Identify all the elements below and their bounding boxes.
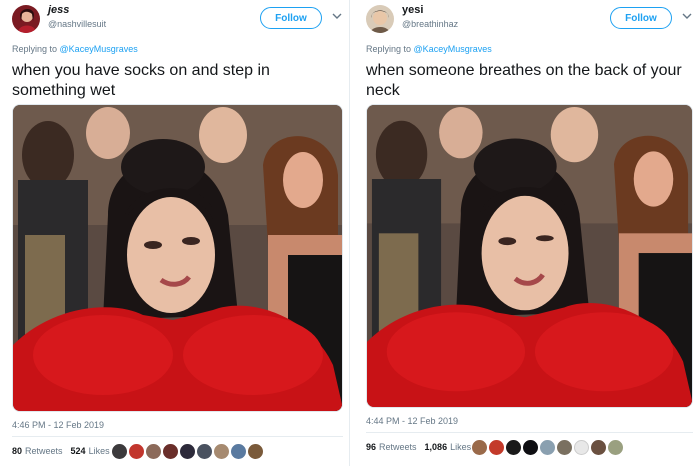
liker-avatar[interactable] — [197, 444, 212, 459]
reply-prefix: Replying to — [366, 44, 412, 54]
tweet-text: when you have socks on and step in somet… — [12, 62, 270, 99]
user-handle[interactable]: @nashvillesuit — [48, 19, 106, 29]
tweet-stats: 96 Retweets 1,086 Likes — [366, 442, 471, 452]
liker-avatar[interactable] — [163, 444, 178, 459]
like-count[interactable]: 1,086 Likes — [425, 442, 472, 452]
display-name[interactable]: jess — [48, 4, 69, 16]
tweet-timestamp[interactable]: 4:46 PM - 12 Feb 2019 — [12, 420, 104, 430]
tweet-media-image[interactable] — [366, 104, 693, 408]
follow-button[interactable]: Follow — [260, 7, 322, 29]
reply-context: Replying to @KaceyMusgraves — [366, 44, 492, 54]
tweet-card-jess: jess @nashvillesuit Follow Replying to @… — [0, 0, 349, 466]
chevron-down-icon[interactable] — [680, 9, 694, 23]
chevron-down-icon[interactable] — [330, 9, 344, 23]
liker-avatar[interactable] — [523, 440, 538, 455]
liker-avatar[interactable] — [591, 440, 606, 455]
avatar[interactable] — [12, 5, 40, 33]
liker-avatar[interactable] — [231, 444, 246, 459]
liker-avatar[interactable] — [180, 444, 195, 459]
liker-avatar[interactable] — [146, 444, 161, 459]
liker-avatar[interactable] — [540, 440, 555, 455]
tweet-stats: 80 Retweets 524 Likes — [12, 446, 110, 456]
reply-context: Replying to @KaceyMusgraves — [12, 44, 138, 54]
liker-avatar[interactable] — [574, 440, 589, 455]
liker-avatar[interactable] — [214, 444, 229, 459]
reply-mention-link[interactable]: @KaceyMusgraves — [414, 44, 492, 54]
display-name[interactable]: yesi — [402, 4, 423, 16]
reply-prefix: Replying to — [12, 44, 58, 54]
user-handle[interactable]: @breathinhaz — [402, 19, 458, 29]
likers-avatar-row — [472, 440, 623, 455]
liker-avatar[interactable] — [248, 444, 263, 459]
tweet-text: when someone breathes on the back of you… — [366, 62, 682, 99]
avatar[interactable] — [366, 5, 394, 33]
like-count[interactable]: 524 Likes — [71, 446, 110, 456]
likers-avatar-row — [112, 444, 263, 459]
liker-avatar[interactable] — [506, 440, 521, 455]
stats-divider — [366, 432, 693, 433]
liker-avatar[interactable] — [557, 440, 572, 455]
liker-avatar[interactable] — [489, 440, 504, 455]
reply-mention-link[interactable]: @KaceyMusgraves — [60, 44, 138, 54]
stats-divider — [12, 436, 343, 437]
tweet-media-image[interactable] — [12, 104, 343, 412]
retweet-count[interactable]: 96 Retweets — [366, 442, 417, 452]
tweet-timestamp[interactable]: 4:44 PM - 12 Feb 2019 — [366, 416, 458, 426]
tweet-card-yesi: yesi @breathinhaz Follow Replying to @Ka… — [350, 0, 699, 466]
liker-avatar[interactable] — [129, 444, 144, 459]
retweet-count[interactable]: 80 Retweets — [12, 446, 63, 456]
liker-avatar[interactable] — [608, 440, 623, 455]
liker-avatar[interactable] — [112, 444, 127, 459]
follow-button[interactable]: Follow — [610, 7, 672, 29]
liker-avatar[interactable] — [472, 440, 487, 455]
